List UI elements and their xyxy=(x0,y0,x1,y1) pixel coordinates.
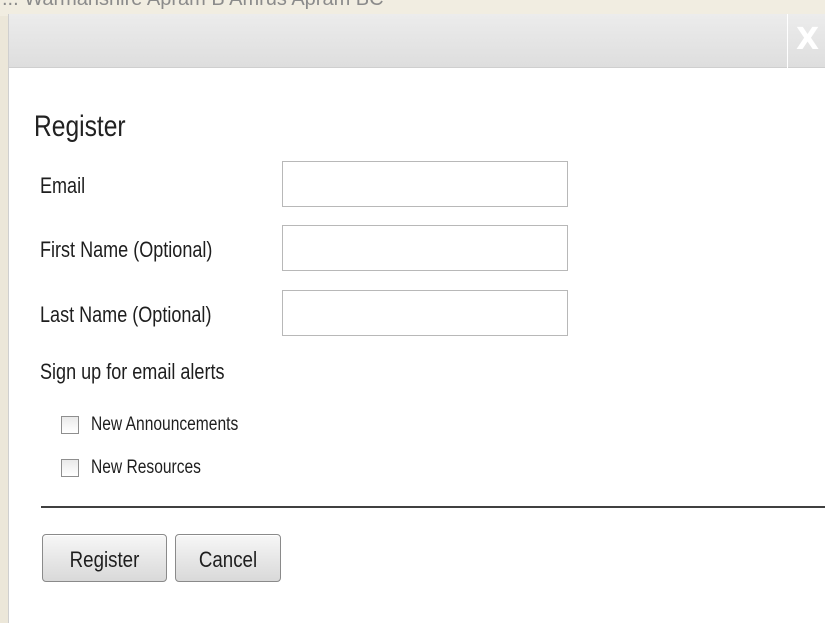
announcements-checkbox[interactable] xyxy=(61,416,79,434)
close-icon: X xyxy=(796,22,820,57)
email-label: Email xyxy=(40,173,86,198)
register-button[interactable]: Register xyxy=(42,534,167,582)
register-dialog: X Register Email First Name (Optional) L… xyxy=(8,14,825,623)
background-page-text: ... Warmanshire Apram B Amrus Apram BC xyxy=(2,0,384,11)
last-name-field[interactable] xyxy=(282,290,568,336)
email-alerts-heading: Sign up for email alerts xyxy=(40,359,225,384)
alert-option-resources[interactable]: New Resources xyxy=(61,457,261,481)
announcements-label: New Announcements xyxy=(91,414,239,435)
close-button[interactable]: X xyxy=(787,14,825,68)
dialog-titlebar: X xyxy=(9,14,825,68)
alert-option-announcements[interactable]: New Announcements xyxy=(61,414,291,438)
last-name-label: Last Name (Optional) xyxy=(40,302,212,327)
email-field[interactable] xyxy=(282,161,568,207)
first-name-field[interactable] xyxy=(282,225,568,271)
cancel-button[interactable]: Cancel xyxy=(175,534,281,582)
first-name-label: First Name (Optional) xyxy=(40,237,213,262)
resources-checkbox[interactable] xyxy=(61,459,79,477)
register-button-label: Register xyxy=(69,547,140,572)
resources-label: New Resources xyxy=(91,457,201,478)
cancel-button-label: Cancel xyxy=(198,547,258,572)
form-divider xyxy=(41,506,825,508)
dialog-title: Register xyxy=(34,110,126,143)
